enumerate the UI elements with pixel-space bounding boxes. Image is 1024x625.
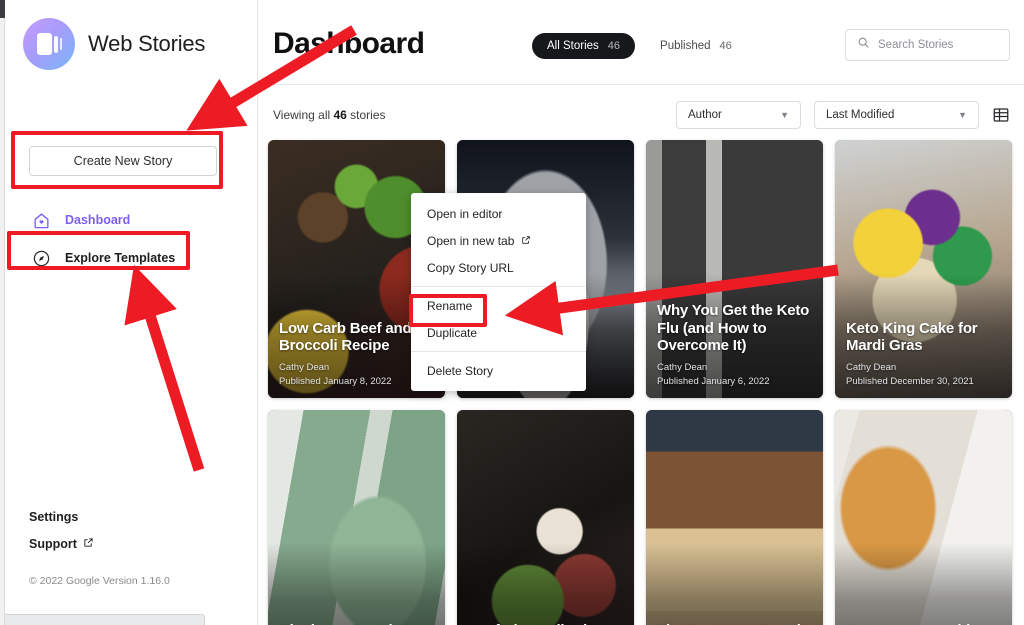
support-label: Support [29, 537, 77, 551]
card-text: Blueberry Protein Smoothie Recipe [279, 622, 434, 625]
external-link-icon [521, 234, 531, 248]
context-menu-item-rename[interactable]: Rename [411, 292, 586, 319]
tab-published[interactable]: Published 46 [645, 33, 747, 59]
story-date: Published December 30, 2021 [846, 376, 974, 387]
story-card[interactable]: Keto Lasagna with Palmini Noodles [835, 410, 1012, 625]
chevron-down-icon: ▼ [958, 110, 967, 120]
sidebar-item-dashboard[interactable]: Dashboard [27, 206, 237, 234]
list-view-icon[interactable] [992, 106, 1010, 124]
context-menu-item-duplicate[interactable]: Duplicate [411, 319, 586, 346]
sidebar-item-label: Explore Templates [65, 251, 176, 265]
story-context-menu: Open in editor Open in new tab Copy Stor… [411, 193, 586, 391]
card-scrim [457, 543, 634, 625]
author-filter-value: Author [688, 109, 722, 121]
browser-status-bar [5, 614, 205, 625]
context-menu-label: Duplicate [427, 325, 478, 340]
chevron-down-icon: ▼ [780, 110, 789, 120]
context-menu-label: Open in editor [427, 206, 503, 221]
card-text: The Best Keto Bread with Yeast [657, 622, 812, 625]
context-menu-item-open-in-editor[interactable]: Open in editor [411, 200, 586, 227]
external-link-icon [83, 537, 94, 551]
brand-title: Web Stories [88, 31, 206, 56]
tab-count: 46 [607, 40, 621, 52]
create-new-story-button[interactable]: Create New Story [29, 146, 217, 176]
story-title: The Best Keto Bread with Yeast [657, 622, 812, 625]
story-card[interactable]: Beef Short Ribs (Easy Keto Dinners) [457, 410, 634, 625]
story-card[interactable]: Keto King Cake for Mardi Gras Cathy Dean… [835, 140, 1012, 398]
web-stories-logo-icon [23, 18, 75, 70]
viewing-count: 46 [333, 108, 347, 122]
sidebar-item-label: Dashboard [65, 213, 131, 227]
header-divider [273, 84, 1024, 85]
story-title: Keto Lasagna with Palmini Noodles [846, 622, 1001, 625]
sidebar: Web Stories Create New Story Dashboard E… [5, 0, 258, 625]
card-scrim [646, 543, 823, 625]
card-text: Keto Lasagna with Palmini Noodles [846, 622, 1001, 625]
brand: Web Stories [23, 18, 205, 70]
story-status-tabs: All Stories 46 Published 46 [532, 33, 747, 59]
card-scrim [268, 543, 445, 625]
card-text: Why You Get the Keto Flu (and How to Ove… [657, 302, 812, 387]
story-card[interactable]: Why You Get the Keto Flu (and How to Ove… [646, 140, 823, 398]
support-link[interactable]: Support [29, 537, 94, 551]
context-menu-label: Rename [427, 298, 473, 313]
context-menu-item-delete-story[interactable]: Delete Story [411, 357, 586, 384]
card-text: Beef Short Ribs (Easy Keto Dinners) [468, 622, 623, 625]
context-menu-separator [411, 286, 586, 287]
settings-label: Settings [29, 510, 79, 524]
sidebar-item-explore-templates[interactable]: Explore Templates [27, 244, 237, 272]
settings-link[interactable]: Settings [29, 510, 94, 524]
story-author: Cathy Dean [657, 362, 708, 373]
web-stories-dashboard: Web Stories Create New Story Dashboard E… [0, 0, 1024, 625]
viewing-suffix: stories [346, 108, 386, 122]
sort-value: Last Modified [826, 109, 895, 121]
story-title: Blueberry Protein Smoothie Recipe [279, 622, 434, 625]
story-title: Why You Get the Keto Flu (and How to Ove… [657, 301, 810, 355]
tab-label: All Stories [547, 40, 599, 52]
story-card[interactable]: The Best Keto Bread with Yeast [646, 410, 823, 625]
search-placeholder: Search Stories [878, 39, 954, 51]
viewing-prefix: Viewing all [273, 108, 334, 122]
sidebar-nav: Dashboard Explore Templates [27, 206, 237, 282]
tab-label: Published [660, 40, 711, 52]
story-date: Published January 6, 2022 [657, 376, 770, 387]
context-menu-label: Open in new tab [427, 233, 515, 248]
list-controls: Author ▼ Last Modified ▼ [676, 101, 1010, 129]
story-title: Keto King Cake for Mardi Gras [846, 319, 978, 355]
context-menu-label: Delete Story [427, 363, 494, 378]
stories-grid: Low Carb Beef and Broccoli Recipe Cathy … [268, 140, 1024, 625]
context-menu-item-copy-story-url[interactable]: Copy Story URL [411, 254, 586, 281]
viewing-count-text: Viewing all 46 stories [273, 108, 386, 122]
search-icon [857, 36, 870, 54]
story-author: Cathy Dean [846, 362, 897, 373]
author-filter-select[interactable]: Author ▼ [676, 101, 801, 129]
main-content: Dashboard All Stories 46 Published 46 Se… [259, 0, 1024, 625]
card-scrim [835, 543, 1012, 625]
story-title: Beef Short Ribs (Easy Keto Dinners) [468, 622, 623, 625]
context-menu-item-open-in-new-tab[interactable]: Open in new tab [411, 227, 586, 254]
tab-count: 46 [719, 40, 732, 52]
compass-icon [31, 248, 51, 268]
card-text: Keto King Cake for Mardi Gras Cathy Dean… [846, 320, 1001, 387]
tab-all-stories[interactable]: All Stories 46 [532, 33, 636, 59]
story-card[interactable]: Blueberry Protein Smoothie Recipe [268, 410, 445, 625]
context-menu-separator [411, 351, 586, 352]
context-menu-label: Copy Story URL [427, 260, 514, 275]
copyright-text: © 2022 Google Version 1.16.0 [29, 575, 170, 587]
search-stories-input[interactable]: Search Stories [845, 29, 1010, 61]
home-heart-icon [31, 210, 51, 230]
sort-select[interactable]: Last Modified ▼ [814, 101, 979, 129]
page-title: Dashboard [273, 27, 425, 60]
sidebar-footer: Settings Support [29, 510, 94, 564]
